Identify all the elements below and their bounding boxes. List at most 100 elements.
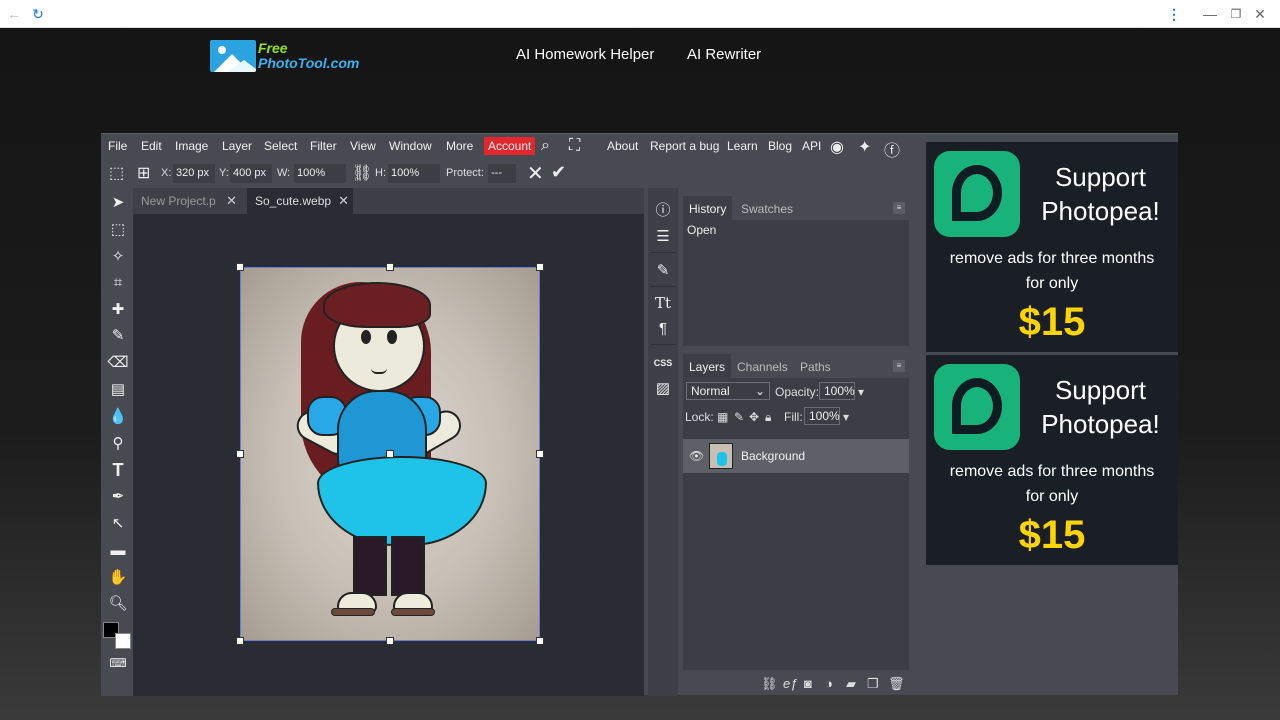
- transform-handle[interactable]: [536, 637, 544, 645]
- marquee-tool-icon[interactable]: ⬚: [107, 219, 129, 241]
- width-input[interactable]: 100%: [294, 164, 346, 183]
- reload-icon[interactable]: ↻: [28, 4, 48, 24]
- folder-icon[interactable]: ▰: [846, 676, 856, 692]
- twitter-icon[interactable]: ✦: [858, 137, 871, 157]
- transform-handle[interactable]: [536, 263, 544, 271]
- pen-tool-icon[interactable]: ✒: [107, 486, 129, 508]
- image-icon[interactable]: ▨: [652, 378, 674, 400]
- dodge-tool-icon[interactable]: ⚲: [107, 433, 129, 455]
- transform-handle[interactable]: [536, 450, 544, 458]
- maximize-icon[interactable]: ❐: [1226, 4, 1246, 24]
- facebook-icon[interactable]: ⓕ: [884, 137, 900, 161]
- support-ad[interactable]: Support Photopea! remove ads for three mo…: [926, 355, 1178, 565]
- transform-handle[interactable]: [386, 263, 394, 271]
- layer-row[interactable]: 👁︎ Background: [683, 439, 909, 473]
- menu-api[interactable]: API: [802, 139, 821, 153]
- type-tool-icon[interactable]: T: [107, 459, 129, 481]
- menu-learn[interactable]: Learn: [727, 139, 758, 153]
- mask-icon[interactable]: ◙: [804, 676, 812, 691]
- history-entry[interactable]: Open: [687, 223, 716, 237]
- blend-mode-select[interactable]: Normal ⌄: [686, 382, 770, 400]
- path-select-tool-icon[interactable]: ↖: [107, 513, 129, 535]
- opacity-arrow-icon[interactable]: ▾: [858, 385, 864, 399]
- panel-menu-icon[interactable]: ≡: [893, 202, 905, 214]
- menu-more[interactable]: More: [446, 139, 473, 153]
- healing-tool-icon[interactable]: ✚: [107, 299, 129, 321]
- fullscreen-icon[interactable]: ⛶: [569, 137, 580, 155]
- tab-so-cute[interactable]: So_cute.webp ✕: [247, 188, 353, 214]
- menu-image[interactable]: Image: [175, 139, 208, 153]
- transform-handle[interactable]: [386, 637, 394, 645]
- tab-layers[interactable]: Layers: [683, 354, 732, 378]
- character-panel-icon[interactable]: Tt: [652, 292, 674, 314]
- menu-window[interactable]: Window: [389, 139, 432, 153]
- transform-handle[interactable]: [236, 450, 244, 458]
- brush-tool-icon[interactable]: ✎: [107, 325, 129, 347]
- reference-point-icon[interactable]: ⊞: [137, 163, 150, 183]
- menu-edit[interactable]: Edit: [141, 139, 162, 153]
- gradient-tool-icon[interactable]: ▤: [107, 379, 129, 401]
- fill-arrow-icon[interactable]: ▾: [843, 410, 849, 424]
- css-icon[interactable]: CSS: [652, 352, 674, 374]
- lock-all-icon[interactable]: 🔒︎: [765, 410, 771, 425]
- reddit-icon[interactable]: ◉: [830, 137, 844, 157]
- site-logo[interactable]: Free PhotoTool.com: [210, 40, 380, 74]
- menu-filter[interactable]: Filter: [310, 139, 337, 153]
- link-layers-icon[interactable]: ⛓: [761, 676, 778, 692]
- back-icon[interactable]: ←: [4, 4, 24, 24]
- magic-wand-tool-icon[interactable]: ✧: [107, 246, 129, 268]
- menu-blog[interactable]: Blog: [768, 139, 792, 153]
- protect-select[interactable]: ---: [488, 164, 516, 183]
- tab-channels[interactable]: Channels: [731, 354, 794, 378]
- transform-handle[interactable]: [236, 263, 244, 271]
- close-tab-icon[interactable]: ✕: [226, 193, 237, 209]
- tab-paths[interactable]: Paths: [794, 354, 837, 378]
- keyboard-icon[interactable]: ⌨: [107, 652, 129, 674]
- paragraph-icon[interactable]: ¶: [652, 318, 674, 340]
- blur-tool-icon[interactable]: 💧: [107, 406, 129, 428]
- layer-name[interactable]: Background: [741, 449, 805, 463]
- y-input[interactable]: 400 px: [230, 164, 272, 183]
- menu-view[interactable]: View: [350, 139, 376, 153]
- shape-tool-icon[interactable]: ▬: [107, 540, 129, 562]
- adjustment-layer-icon[interactable]: ◑: [825, 676, 833, 691]
- close-tab-icon[interactable]: ✕: [338, 193, 349, 209]
- menu-report-bug[interactable]: Report a bug: [650, 139, 719, 153]
- info-icon[interactable]: ⓘ: [652, 200, 674, 222]
- panel-menu-icon[interactable]: ≡: [893, 360, 905, 372]
- hand-tool-icon[interactable]: ✋: [107, 567, 129, 589]
- tab-swatches[interactable]: Swatches: [735, 196, 799, 220]
- eraser-tool-icon[interactable]: ⌫: [107, 352, 129, 374]
- height-input[interactable]: 100%: [388, 164, 440, 183]
- transform-icon[interactable]: ⬚: [109, 163, 124, 183]
- new-layer-icon[interactable]: ❐: [867, 676, 879, 692]
- adjustments-icon[interactable]: ☰: [652, 226, 674, 248]
- kebab-menu-icon[interactable]: ⋮: [1164, 4, 1184, 24]
- support-ad[interactable]: Support Photopea! remove ads for three mo…: [926, 142, 1178, 352]
- commit-transform-icon[interactable]: ✔: [551, 162, 566, 183]
- transform-handle[interactable]: [386, 450, 394, 458]
- lock-transparency-icon[interactable]: ▦: [717, 410, 728, 424]
- menu-select[interactable]: Select: [264, 139, 297, 153]
- move-tool-icon[interactable]: ➤: [107, 192, 129, 214]
- menu-file[interactable]: File: [108, 139, 127, 153]
- layer-effects-icon[interactable]: eƒ: [783, 676, 797, 691]
- opacity-input[interactable]: 100%: [819, 382, 855, 400]
- x-input[interactable]: 320 px: [173, 164, 215, 183]
- lock-paint-icon[interactable]: ✎: [734, 410, 744, 424]
- zoom-tool-icon[interactable]: 🔍︎: [107, 593, 129, 615]
- trash-icon[interactable]: 🗑︎: [888, 676, 905, 692]
- nav-ai-homework-helper[interactable]: AI Homework Helper: [516, 46, 654, 63]
- minimize-icon[interactable]: —: [1200, 4, 1220, 24]
- menu-layer[interactable]: Layer: [222, 139, 252, 153]
- lock-position-icon[interactable]: ✥: [749, 410, 759, 424]
- tab-history[interactable]: History: [683, 196, 733, 220]
- search-icon[interactable]: ⌕: [541, 137, 550, 155]
- account-button[interactable]: Account: [484, 137, 536, 155]
- link-icon[interactable]: ⛓: [352, 163, 372, 183]
- close-icon[interactable]: ✕: [1250, 4, 1270, 24]
- eye-visibility-icon[interactable]: 👁︎: [689, 449, 704, 463]
- nav-ai-rewriter[interactable]: AI Rewriter: [687, 46, 761, 63]
- transform-handle[interactable]: [236, 637, 244, 645]
- cancel-transform-icon[interactable]: ✕: [527, 161, 544, 186]
